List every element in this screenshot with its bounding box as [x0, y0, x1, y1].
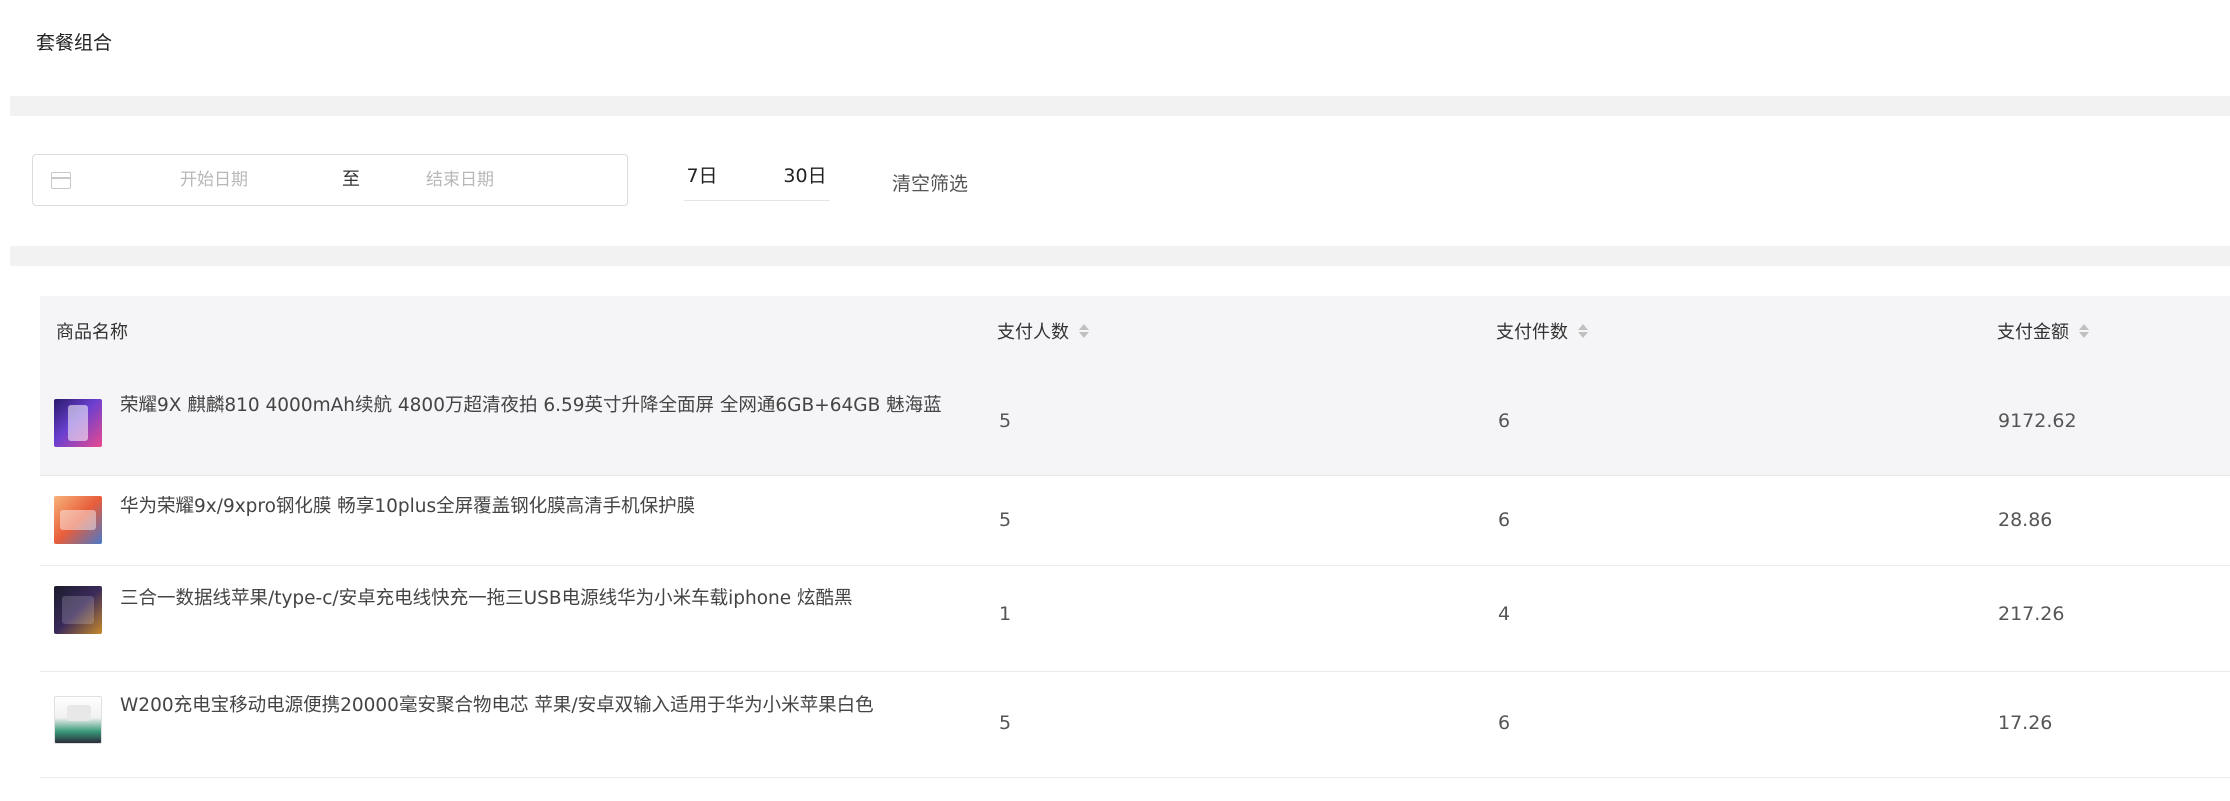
table-row[interactable]: 华为荣耀9x/9xpro钢化膜 畅享10plus全屏覆盖钢化膜高清手机保护膜 5… — [40, 476, 2230, 566]
column-header-name: 商品名称 — [56, 296, 128, 370]
section-divider — [10, 96, 2230, 116]
items-cell: 6 — [1498, 712, 1511, 734]
column-header-payers[interactable]: 支付人数 — [997, 296, 1089, 370]
column-header-amount[interactable]: 支付金额 — [1997, 296, 2089, 370]
product-name: 荣耀9X 麒麟810 4000mAh续航 4800万超清夜拍 6.59英寸升降全… — [120, 395, 942, 416]
sort-icon[interactable] — [2079, 323, 2089, 339]
column-header-items[interactable]: 支付件数 — [1496, 296, 1588, 370]
amount-cell: 9172.62 — [1998, 410, 2077, 432]
column-header-label: 商品名称 — [56, 322, 128, 343]
date-range-picker[interactable]: 开始日期 至 结束日期 — [32, 154, 628, 206]
items-cell: 6 — [1498, 410, 1511, 432]
filter-bar: 开始日期 至 结束日期 7日 30日 清空筛选 — [0, 116, 2230, 246]
payers-cell: 5 — [999, 410, 1012, 432]
product-thumbnail — [54, 696, 102, 744]
sort-icon[interactable] — [1079, 323, 1089, 339]
amount-cell: 217.26 — [1998, 603, 2065, 625]
product-name: 三合一数据线苹果/type-c/安卓充电线快充一拖三USB电源线华为小米车载ip… — [120, 588, 853, 609]
section-divider — [10, 246, 2230, 266]
end-date-input[interactable]: 结束日期 — [395, 155, 525, 205]
items-cell: 6 — [1498, 509, 1511, 531]
quick-range-underline — [684, 200, 830, 201]
table-row[interactable]: 荣耀9X 麒麟810 4000mAh续航 4800万超清夜拍 6.59英寸升降全… — [40, 370, 2230, 476]
page-header: 套餐组合 — [0, 0, 2230, 96]
product-table: 商品名称 支付人数 支付件数 支付金额 荣耀9X 麒麟810 4000mAh续航… — [40, 296, 2230, 778]
product-thumbnail — [54, 496, 102, 544]
quick-range-7-days[interactable]: 7日 — [684, 154, 720, 198]
table-row[interactable]: W200充电宝移动电源便携20000毫安聚合物电芯 苹果/安卓双输入适用于华为小… — [40, 672, 2230, 778]
product-thumbnail — [54, 586, 102, 634]
table-row[interactable]: 三合一数据线苹果/type-c/安卓充电线快充一拖三USB电源线华为小米车载ip… — [40, 566, 2230, 672]
calendar-icon — [51, 172, 71, 189]
amount-cell: 28.86 — [1998, 509, 2053, 531]
quick-range-30-days[interactable]: 30日 — [780, 154, 830, 198]
payers-cell: 5 — [999, 509, 1012, 531]
product-name: W200充电宝移动电源便携20000毫安聚合物电芯 苹果/安卓双输入适用于华为小… — [120, 695, 874, 716]
date-range-separator: 至 — [342, 169, 360, 190]
column-header-label: 支付人数 — [997, 322, 1069, 343]
column-header-label: 支付金额 — [1997, 322, 2069, 343]
start-date-input[interactable]: 开始日期 — [149, 155, 279, 205]
page-title: 套餐组合 — [36, 32, 113, 54]
product-name: 华为荣耀9x/9xpro钢化膜 畅享10plus全屏覆盖钢化膜高清手机保护膜 — [120, 496, 696, 517]
payers-cell: 5 — [999, 712, 1012, 734]
amount-cell: 17.26 — [1998, 712, 2053, 734]
product-thumbnail — [54, 399, 102, 447]
table-header: 商品名称 支付人数 支付件数 支付金额 — [40, 296, 2230, 370]
items-cell: 4 — [1498, 603, 1511, 625]
page: 套餐组合 开始日期 至 结束日期 7日 30日 清空筛选 商品名称 支付人数 支… — [0, 0, 2230, 801]
column-header-label: 支付件数 — [1496, 322, 1568, 343]
clear-filter-button[interactable]: 清空筛选 — [892, 162, 968, 206]
payers-cell: 1 — [999, 603, 1012, 625]
sort-icon[interactable] — [1578, 323, 1588, 339]
